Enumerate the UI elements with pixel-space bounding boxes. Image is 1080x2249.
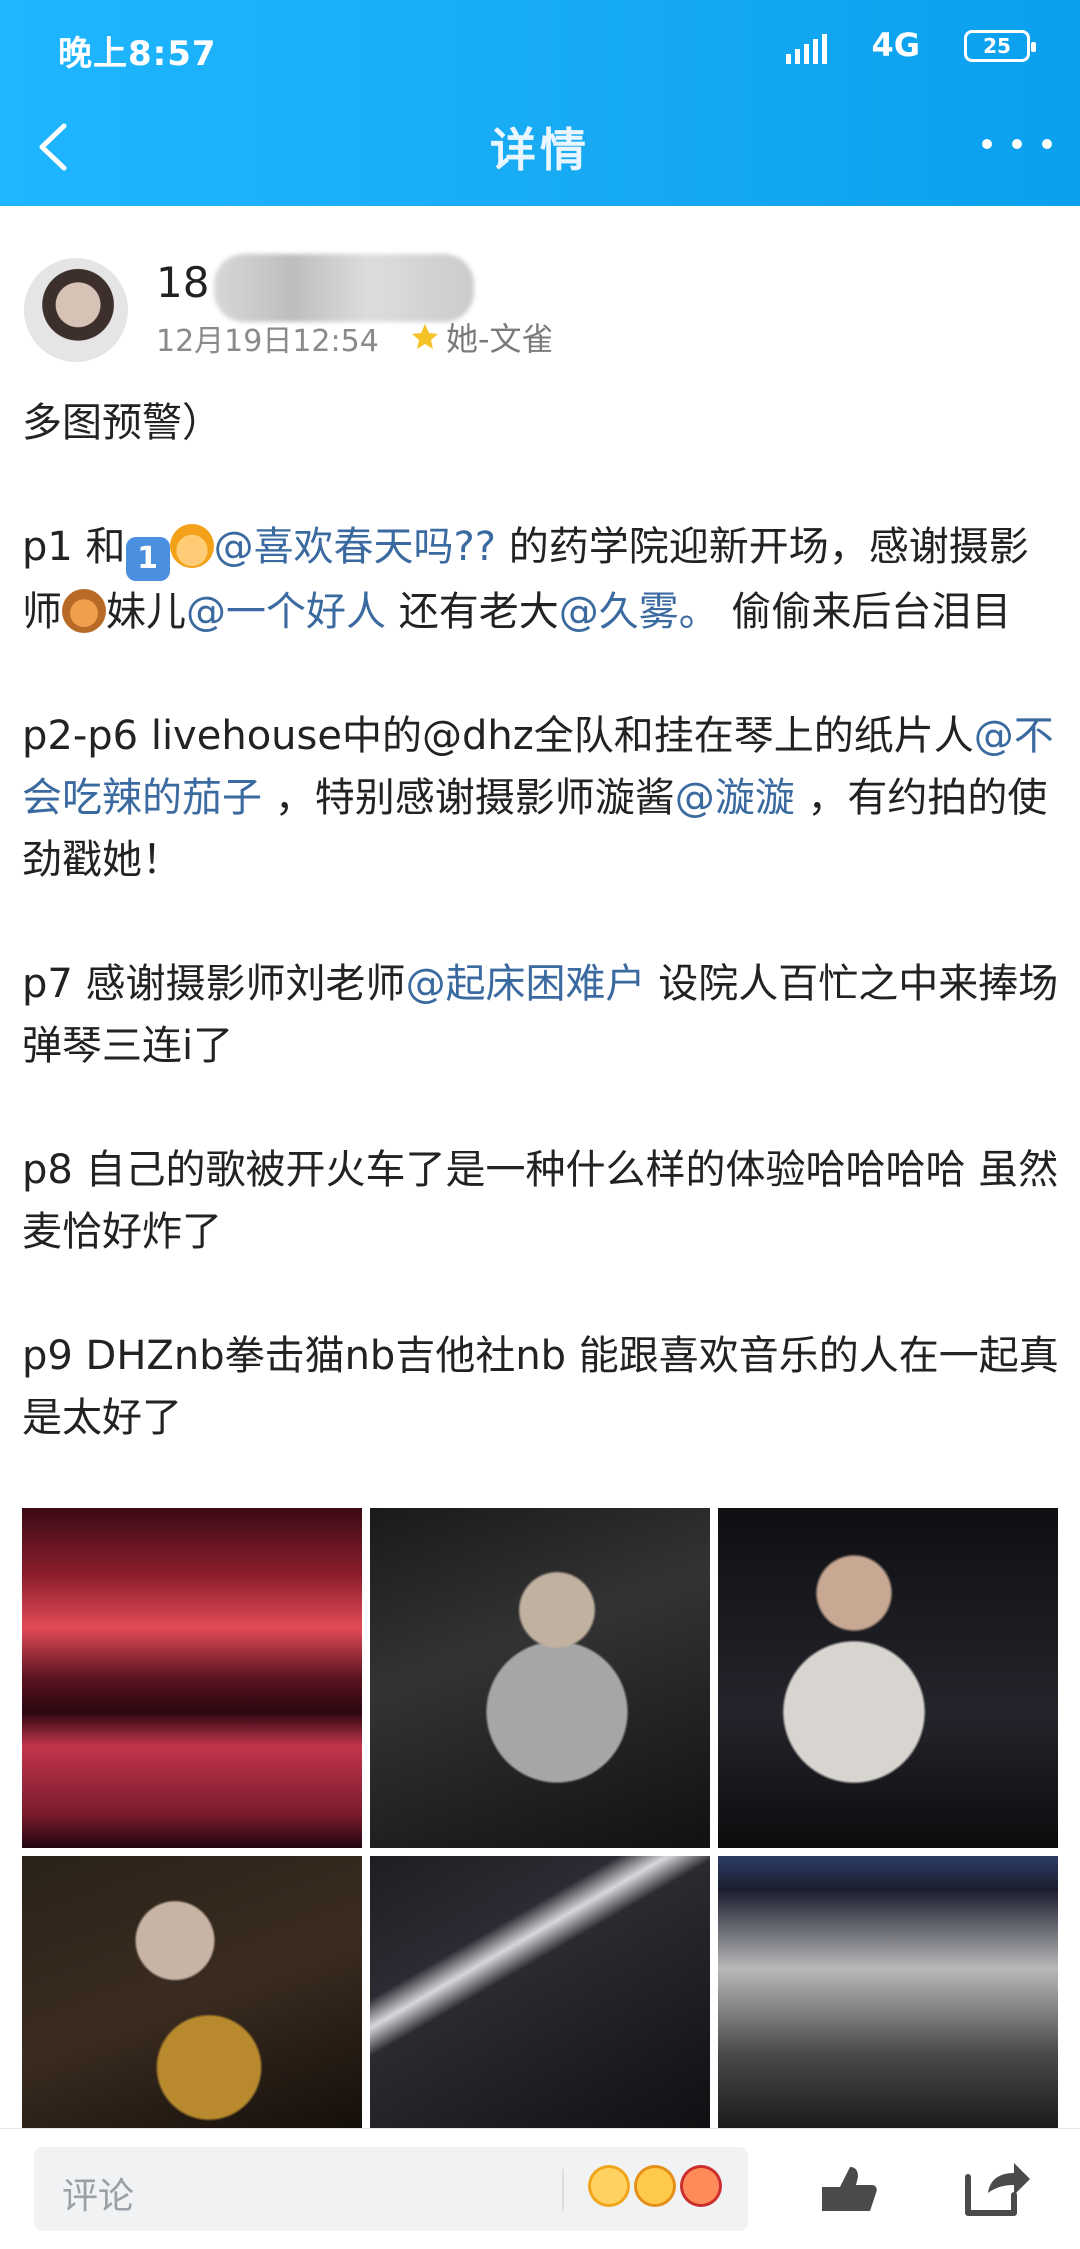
status-time: 晚上8:57 — [58, 34, 217, 74]
blurred-name — [214, 254, 474, 322]
gift-emoji-icon[interactable] — [680, 2165, 722, 2207]
mention-link[interactable]: @漩漩 — [675, 775, 795, 821]
bottom-bar: 评论 — [0, 2128, 1080, 2249]
avatar[interactable] — [24, 258, 128, 362]
mention-link[interactable]: @喜欢春天吗?? — [214, 524, 496, 570]
text: ，特别感谢摄影师漩酱 — [262, 775, 675, 821]
keycap-one-icon: 1 — [125, 537, 170, 581]
post-paragraph-p2: p2-p6 livehouse中的@dhz全队和挂在琴上的纸片人@不会吃辣的茄子… — [22, 705, 1062, 891]
more-dot-icon — [1012, 139, 1022, 149]
network-type: 4G — [871, 26, 920, 64]
text: 妹儿 — [106, 589, 186, 635]
post-paragraph-p9: p9 DHZnb拳击猫nb吉他社nb 能跟喜欢音乐的人在一起真是太好了 — [22, 1333, 1059, 1441]
more-dot-icon — [1042, 139, 1052, 149]
stage-photo[interactable] — [22, 1508, 362, 1848]
comment-placeholder: 评论 — [62, 2176, 135, 2217]
divider — [562, 2169, 564, 2211]
more-button[interactable] — [982, 124, 1052, 164]
girl-emoji-icon — [169, 524, 214, 568]
share-icon[interactable] — [954, 2149, 1034, 2229]
bear-emoji-icon — [62, 589, 106, 633]
author-row: 18 12月19日12:54 她-文雀 — [24, 254, 1054, 364]
post-body: 多图预警） p1 和 1 @喜欢春天吗?? 的药学院迎新开场，感谢摄影师 妹儿@一个好… — [22, 392, 1062, 1449]
star-icon — [412, 324, 438, 349]
mention-link[interactable]: @一个好人 — [186, 589, 386, 635]
battery-icon: 25 — [964, 30, 1036, 62]
text: p2-p6 livehouse中的@dhz全队和挂在琴上的纸片人 — [22, 713, 974, 759]
text: p7 感谢摄影师刘老师 — [22, 961, 406, 1007]
author-tag[interactable]: 她-文雀 — [410, 314, 554, 360]
top-header: 晚上8:57 4G 25 详情 — [0, 0, 1080, 206]
author-name[interactable]: 18 — [156, 258, 209, 307]
post-date: 12月19日12:54 — [156, 324, 379, 359]
post-paragraph-p1: p1 和 1 @喜欢春天吗?? 的药学院迎新开场，感谢摄影师 妹儿@一个好人 还有老大… — [22, 516, 1062, 643]
like-icon[interactable] — [810, 2149, 890, 2229]
status-bar: 晚上8:57 4G 25 — [0, 0, 1080, 96]
grin-emoji-icon[interactable] — [588, 2165, 630, 2207]
emoji-shortcuts[interactable] — [588, 2165, 722, 2213]
keyboard-photo[interactable] — [718, 1508, 1058, 1848]
more-dot-icon — [982, 139, 992, 149]
mention-link[interactable]: @久雾。 — [559, 589, 719, 635]
author-tag-text: 她-文雀 — [446, 320, 554, 358]
guitarist-photo[interactable] — [370, 1508, 710, 1848]
text: p1 和 — [22, 524, 126, 570]
bass-photo[interactable] — [370, 1856, 710, 2138]
battery-level: 25 — [983, 34, 1011, 58]
mention-link[interactable]: @起床困难户 — [406, 961, 646, 1007]
band-photo[interactable] — [718, 1856, 1058, 2138]
page-title: 详情 — [490, 123, 590, 177]
laugh-cry-emoji-icon[interactable] — [634, 2165, 676, 2207]
nav-bar: 详情 — [0, 96, 1080, 206]
post-paragraph-p8: p8 自己的歌被开火车了是一种什么样的体验哈哈哈哈 虽然麦恰好炸了 — [22, 1147, 1059, 1255]
text: 还有老大 — [386, 589, 559, 635]
post-paragraph-p7: p7 感谢摄影师刘老师@起床困难户 设院人百忙之中来捧场 弹琴三连i了 — [22, 953, 1062, 1077]
signal-icon — [786, 34, 827, 64]
post-intro: 多图预警） — [22, 400, 222, 446]
text: 偷偷来后台泪目 — [718, 589, 1012, 635]
saxophone-photo[interactable] — [22, 1856, 362, 2138]
comment-input[interactable]: 评论 — [34, 2147, 748, 2231]
